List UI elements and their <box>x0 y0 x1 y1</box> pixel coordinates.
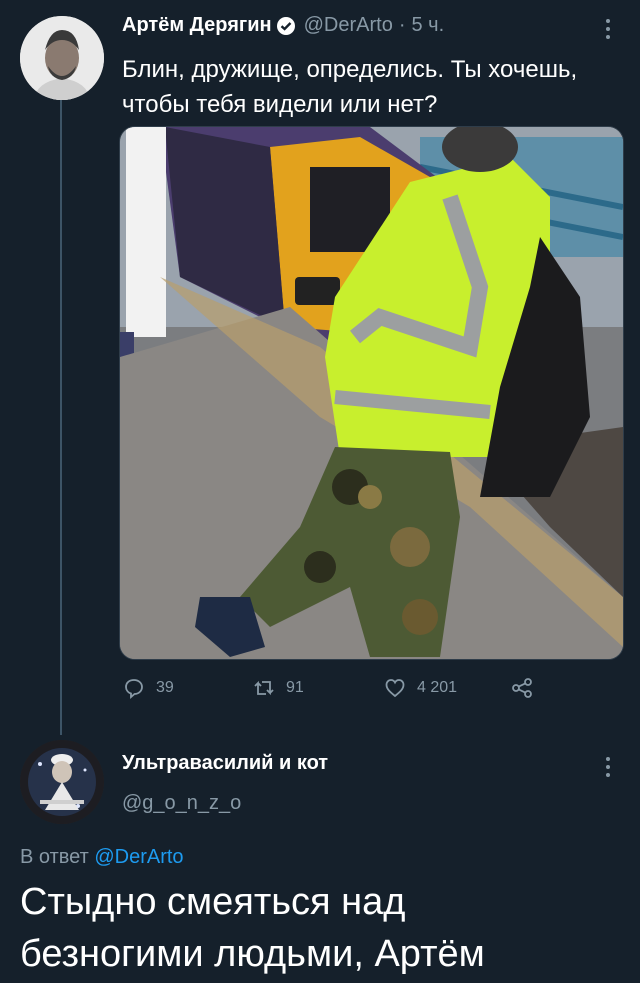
retweet-button[interactable]: 91 <box>252 676 304 700</box>
tweet-text: Блин, дружище, определись. Ты хочешь, чт… <box>122 56 578 118</box>
reply-to-link[interactable]: @DerArto <box>94 846 183 868</box>
author-name[interactable]: Артём Дерягин <box>122 14 272 37</box>
reply-author-name[interactable]: Ультравасилий и кот <box>122 752 328 775</box>
reply-to-line: В ответ @DerArto <box>20 846 184 869</box>
verified-badge-icon <box>276 16 296 36</box>
like-count: 4 201 <box>417 679 458 696</box>
share-button[interactable] <box>510 676 534 700</box>
retweet-count: 91 <box>286 679 304 696</box>
author-handle[interactable]: @DerArto <box>304 14 393 37</box>
tweet-header: Артём Дерягин @DerArto · 5 ч. <box>122 14 444 37</box>
reply-icon <box>125 679 143 699</box>
retweet-icon <box>254 680 274 696</box>
thread-connector-line <box>60 100 62 735</box>
reply-avatar[interactable] <box>20 740 104 824</box>
tweet-time[interactable]: 5 ч. <box>412 14 445 37</box>
like-icon <box>385 679 405 698</box>
like-button[interactable]: 4 201 <box>383 676 457 700</box>
reply-to-prefix: В ответ <box>20 846 89 868</box>
header-separator: · <box>398 14 406 36</box>
avatar[interactable] <box>20 16 104 100</box>
reply-button[interactable]: 39 <box>122 676 174 700</box>
more-icon[interactable] <box>604 18 612 40</box>
reply-text: Стыдно смеяться над безногими людьми, Ар… <box>20 881 485 975</box>
tweet-photo[interactable] <box>119 126 624 660</box>
share-icon <box>512 678 532 698</box>
reply-count: 39 <box>156 679 174 696</box>
reply-author-handle[interactable]: @g_o_n_z_o <box>122 792 241 815</box>
reply-more-icon[interactable] <box>604 756 612 778</box>
